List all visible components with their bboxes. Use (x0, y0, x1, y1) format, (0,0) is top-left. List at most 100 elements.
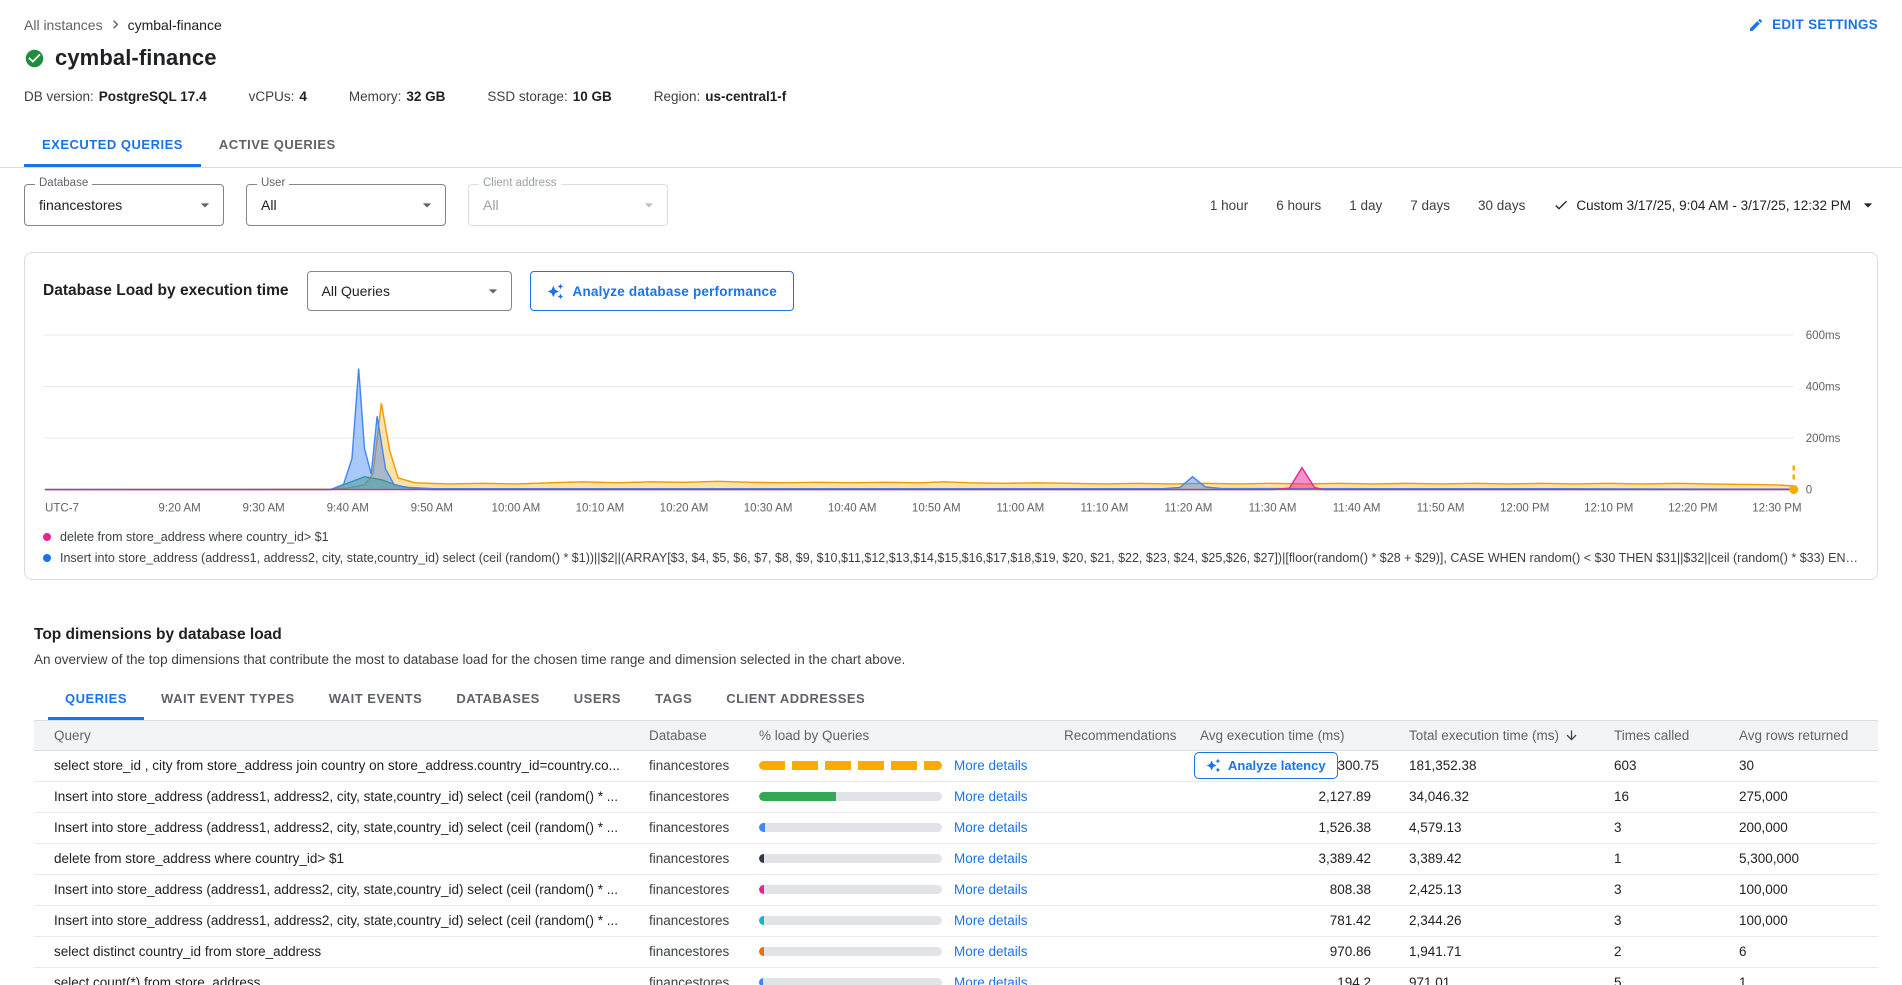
column-header-recommendations[interactable]: Recommendations (1064, 728, 1194, 743)
time-range-selector: 1 hour 6 hours 1 day 7 days 30 days Custom 3/… (1210, 195, 1878, 215)
avg-exec-cell: 781.42 (1194, 913, 1409, 928)
column-header-avg-execution-time-ms[interactable]: Avg execution time (ms) (1194, 728, 1409, 743)
range-30-days[interactable]: 30 days (1478, 198, 1525, 213)
more-details-link[interactable]: More details (954, 944, 1028, 959)
chart-legend: delete from store_address where country_… (43, 530, 1859, 565)
dim-tab-users[interactable]: USERS (557, 677, 638, 720)
times-called-cell: 2 (1614, 944, 1739, 959)
legend-item-0[interactable]: delete from store_address where country_… (43, 530, 1859, 544)
load-cell: More details (759, 851, 1064, 866)
more-details-link[interactable]: More details (954, 789, 1028, 804)
more-details-link[interactable]: More details (954, 758, 1028, 773)
top-bar: All instances cymbal-finance EDIT SETTIN… (24, 0, 1878, 33)
dimensions-subtitle: An overview of the top dimensions that c… (34, 652, 1878, 667)
query-insights-page: All instances cymbal-finance EDIT SETTIN… (0, 0, 1902, 985)
more-details-link[interactable]: More details (954, 820, 1028, 835)
database-cell: financestores (649, 758, 759, 773)
total-exec-cell: 4,579.13 (1409, 820, 1614, 835)
range-1-hour[interactable]: 1 hour (1210, 198, 1248, 213)
query-cell[interactable]: Insert into store_address (address1, add… (34, 820, 649, 835)
column-header-times-called[interactable]: Times called (1614, 728, 1739, 743)
query-cell[interactable]: select distinct country_id from store_ad… (34, 944, 649, 959)
range-6-hours[interactable]: 6 hours (1276, 198, 1321, 213)
total-exec-cell: 34,046.32 (1409, 789, 1614, 804)
table-body: select store_id , city from store_addres… (34, 751, 1878, 985)
dim-tab-databases[interactable]: DATABASES (439, 677, 556, 720)
dimensions-title: Top dimensions by database load (34, 626, 1878, 644)
range-custom[interactable]: Custom 3/17/25, 9:04 AM - 3/17/25, 12:32… (1553, 195, 1878, 215)
svg-text:0: 0 (1806, 485, 1812, 497)
load-bar (759, 885, 942, 894)
legend-item-1[interactable]: Insert into store_address (address1, add… (43, 551, 1859, 565)
column-header-database[interactable]: Database (649, 728, 759, 743)
more-details-link[interactable]: More details (954, 913, 1028, 928)
filter-user[interactable]: UserAll (246, 184, 446, 226)
avg-exec-value: 781.42 (1330, 913, 1371, 928)
svg-text:11:40 AM: 11:40 AM (1333, 503, 1381, 515)
database-cell: financestores (649, 820, 759, 835)
tab-active-queries[interactable]: ACTIVE QUERIES (201, 122, 354, 167)
avg-rows-cell: 5,300,000 (1739, 851, 1878, 866)
dim-tab-wait-event-types[interactable]: WAIT EVENT TYPES (144, 677, 312, 720)
svg-text:400ms: 400ms (1806, 382, 1841, 394)
load-bar-fill (759, 885, 764, 894)
sort-desc-icon[interactable] (1564, 728, 1579, 743)
breadcrumb-all-instances[interactable]: All instances (24, 17, 103, 33)
column-header-total-execution-time-ms[interactable]: Total execution time (ms) (1409, 728, 1614, 743)
top-dimensions-section: Top dimensions by database load An overv… (24, 626, 1878, 985)
avg-exec-cell: 1,526.38 (1194, 820, 1409, 835)
analyze-latency-button[interactable]: Analyze latency (1194, 752, 1338, 779)
column-header-query[interactable]: Query (34, 728, 649, 743)
total-exec-cell: 2,425.13 (1409, 882, 1614, 897)
edit-settings-button[interactable]: EDIT SETTINGS (1748, 17, 1878, 33)
filters: Databasefinancestores UserAll Client addre… (24, 184, 668, 226)
query-cell[interactable]: Insert into store_address (address1, add… (34, 882, 649, 897)
svg-text:10:00 AM: 10:00 AM (492, 503, 541, 515)
load-chart[interactable]: 600ms400ms200ms0UTC-79:20 AM9:30 AM9:40 … (43, 321, 1859, 522)
column-header-avg-rows-returned[interactable]: Avg rows returned (1739, 728, 1878, 743)
more-details-link[interactable]: More details (954, 975, 1028, 985)
load-bar (759, 792, 942, 801)
dim-tab-client-addresses[interactable]: CLIENT ADDRESSES (709, 677, 882, 720)
svg-text:11:10 AM: 11:10 AM (1080, 503, 1128, 515)
range-7-days[interactable]: 7 days (1410, 198, 1450, 213)
query-cell[interactable]: Insert into store_address (address1, add… (34, 913, 649, 928)
meta-label: vCPUs: (249, 89, 295, 104)
svg-text:UTC-7: UTC-7 (45, 503, 79, 515)
table-row-4: Insert into store_address (address1, add… (34, 875, 1878, 906)
filter-label: Client address (479, 177, 561, 189)
avg-exec-cell: 194.2 (1194, 975, 1409, 985)
svg-text:12:00 PM: 12:00 PM (1500, 503, 1549, 515)
table-row-5: Insert into store_address (address1, add… (34, 906, 1878, 937)
queries-table: QueryDatabase% load by QueriesRecommenda… (34, 721, 1878, 985)
legend-dot (43, 533, 51, 541)
filter-value: financestores (39, 197, 122, 213)
filter-row: Databasefinancestores UserAll Client addre… (24, 184, 1878, 226)
query-cell[interactable]: select count(*) from store_address (34, 975, 649, 985)
database-load-card: Database Load by execution time All Quer… (24, 252, 1878, 580)
query-cell[interactable]: delete from store_address where country_… (34, 851, 649, 866)
total-exec-cell: 2,344.26 (1409, 913, 1614, 928)
meta-label: DB version: (24, 89, 94, 104)
more-details-link[interactable]: More details (954, 882, 1028, 897)
dim-tab-queries[interactable]: QUERIES (48, 677, 144, 720)
svg-text:12:30 PM: 12:30 PM (1752, 503, 1801, 515)
query-cell[interactable]: select store_id , city from store_addres… (34, 758, 649, 773)
dim-tab-tags[interactable]: TAGS (638, 677, 709, 720)
more-details-link[interactable]: More details (954, 851, 1028, 866)
tab-executed-queries[interactable]: EXECUTED QUERIES (24, 122, 201, 167)
table-row-7: select count(*) from store_addressfinanc… (34, 968, 1878, 985)
query-filter-select[interactable]: All Queries (307, 271, 512, 311)
avg-rows-cell: 100,000 (1739, 882, 1878, 897)
dim-tab-wait-events[interactable]: WAIT EVENTS (312, 677, 440, 720)
svg-text:9:50 AM: 9:50 AM (411, 503, 453, 515)
column-header-load-by-queries[interactable]: % load by Queries (759, 728, 1064, 743)
range-1-day[interactable]: 1 day (1349, 198, 1382, 213)
load-cell: More details (759, 820, 1064, 835)
filter-client-address[interactable]: Client addressAll (468, 184, 668, 226)
svg-text:12:10 PM: 12:10 PM (1584, 503, 1633, 515)
load-bar-fill (759, 792, 836, 801)
filter-database[interactable]: Databasefinancestores (24, 184, 224, 226)
query-cell[interactable]: Insert into store_address (address1, add… (34, 789, 649, 804)
analyze-database-performance-button[interactable]: Analyze database performance (530, 271, 794, 311)
